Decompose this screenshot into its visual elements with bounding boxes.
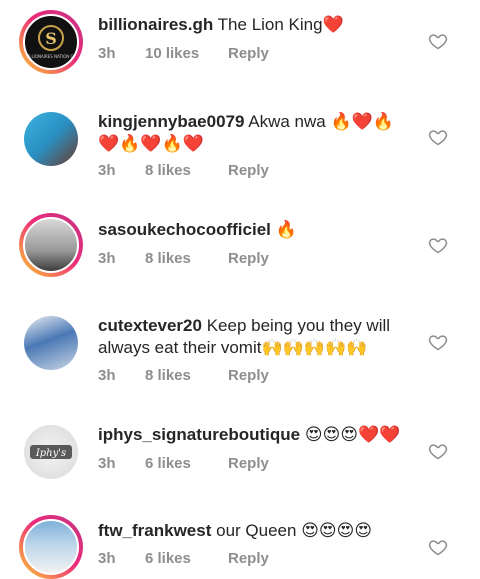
likes-count[interactable]: 6 likes	[145, 550, 228, 567]
heart-icon[interactable]	[428, 537, 448, 557]
reply-button[interactable]: Reply	[228, 250, 269, 267]
reply-button[interactable]: Reply	[228, 455, 269, 472]
comment-text: cutextever20 Keep being you they will al…	[98, 316, 391, 358]
username[interactable]: sasoukechocoofficiel	[98, 220, 271, 239]
username[interactable]: billionaires.gh	[98, 15, 213, 34]
comment-meta: 3h 6 likes Reply	[98, 455, 269, 472]
emoji: 🔥❤️🔥	[330, 112, 394, 132]
avatar[interactable]	[19, 107, 83, 171]
emoji: 😍😍😍😍	[301, 521, 373, 541]
emoji: ❤️🔥❤️🔥❤️	[98, 134, 204, 154]
reply-button[interactable]: Reply	[228, 162, 269, 179]
heart-icon[interactable]	[428, 441, 448, 461]
comment-meta: 3h 8 likes Reply	[98, 162, 269, 179]
reply-button[interactable]: Reply	[228, 550, 269, 567]
svg-text:Iphy's: Iphy's	[35, 448, 66, 459]
emoji: 🙌🙌🙌🙌🙌	[261, 338, 368, 358]
likes-count[interactable]: 6 likes	[145, 455, 228, 472]
likes-count[interactable]: 8 likes	[145, 250, 228, 267]
emoji: 😍😍😍❤️❤️	[304, 425, 401, 445]
timestamp: 3h	[98, 45, 116, 62]
username[interactable]: iphys_signatureboutique	[98, 425, 300, 444]
comment-text: ftw_frankwest our Queen 😍😍😍😍	[98, 521, 373, 541]
comment-text: iphys_signatureboutique 😍😍😍❤️❤️	[98, 424, 418, 446]
comment-meta: 3h 8 likes Reply	[98, 250, 269, 267]
iphys-logo: Iphy's	[30, 445, 72, 459]
username[interactable]: kingjennybae0079	[98, 112, 244, 131]
avatar[interactable]: S BILLIONAIRES NATION GH	[19, 10, 83, 74]
likes-count[interactable]: 8 likes	[145, 367, 228, 384]
timestamp: 3h	[98, 250, 116, 267]
timestamp: 3h	[98, 162, 116, 179]
username[interactable]: cutextever20	[98, 316, 202, 335]
timestamp: 3h	[98, 550, 116, 567]
comment-meta: 3h 10 likes Reply	[98, 45, 269, 62]
heart-icon[interactable]	[428, 31, 448, 51]
comment-text: billionaires.gh The Lion King❤️	[98, 15, 344, 35]
timestamp: 3h	[98, 367, 116, 384]
heart-icon[interactable]	[428, 332, 448, 352]
avatar[interactable]	[19, 515, 83, 579]
emoji: ❤️	[322, 15, 344, 35]
svg-text:BILLIONAIRES NATION GH: BILLIONAIRES NATION GH	[25, 54, 76, 59]
comment-meta: 3h 6 likes Reply	[98, 550, 269, 567]
heart-icon[interactable]	[428, 127, 448, 147]
reply-button[interactable]: Reply	[228, 45, 269, 62]
username[interactable]: ftw_frankwest	[98, 521, 211, 540]
comment-text: kingjennybae0079 Akwa nwa 🔥❤️🔥 ❤️🔥❤️🔥❤️	[98, 112, 394, 154]
avatar[interactable]	[19, 213, 83, 277]
avatar[interactable]	[19, 311, 83, 375]
avatar[interactable]: Iphy's	[19, 420, 83, 484]
emoji: 🔥	[275, 220, 297, 240]
timestamp: 3h	[98, 455, 116, 472]
heart-icon[interactable]	[428, 235, 448, 255]
likes-count[interactable]: 8 likes	[145, 162, 228, 179]
comment-meta: 3h 8 likes Reply	[98, 367, 269, 384]
billionaires-logo: S BILLIONAIRES NATION GH	[25, 25, 77, 59]
likes-count[interactable]: 10 likes	[145, 45, 228, 62]
svg-text:S: S	[45, 29, 57, 48]
comment-text: sasoukechocoofficiel 🔥	[98, 219, 418, 241]
reply-button[interactable]: Reply	[228, 367, 269, 384]
